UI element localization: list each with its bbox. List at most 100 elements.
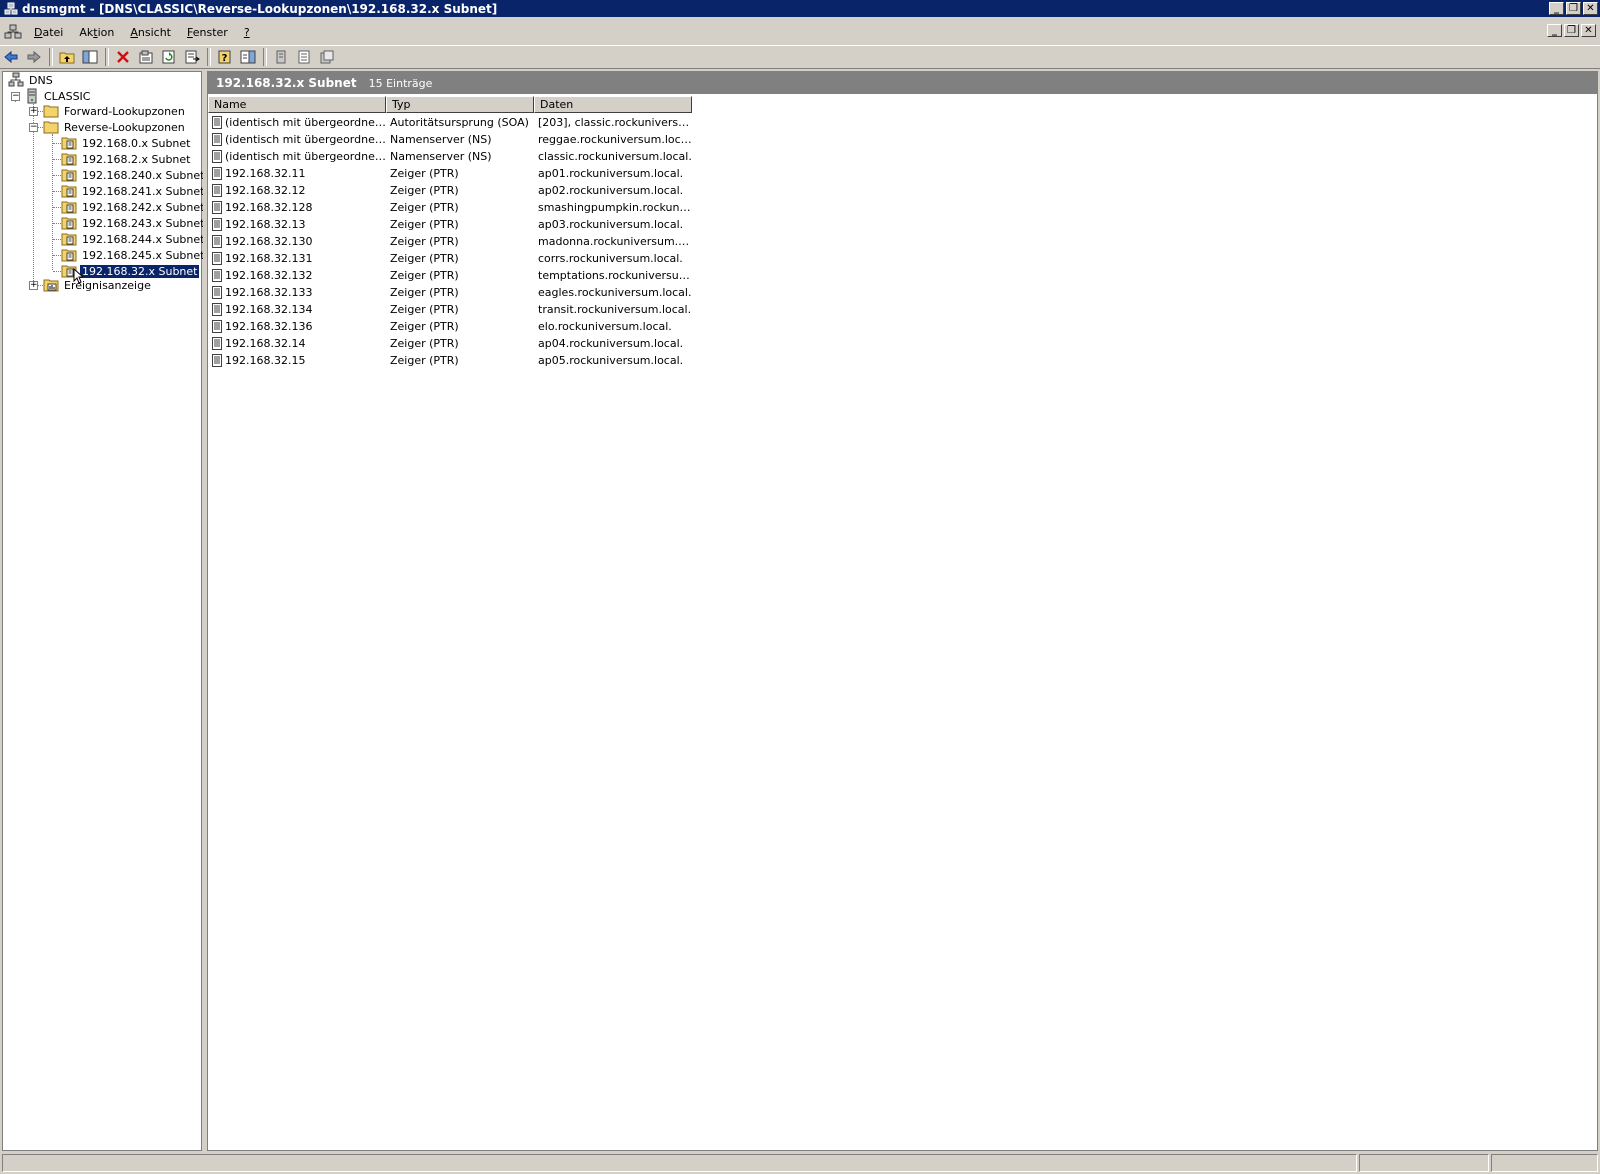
cell-name: 192.168.32.14 <box>208 337 386 350</box>
record-name: 192.168.32.12 <box>225 184 306 197</box>
forward-button[interactable] <box>23 47 45 67</box>
status-bar <box>0 1153 1600 1174</box>
show-hide-tree-button[interactable] <box>79 47 101 67</box>
tree-item-event-viewer[interactable]: Ereignisanzeige <box>43 277 153 293</box>
record-icon <box>212 133 222 146</box>
record-data: ap02.rockuniversum.local. <box>538 184 684 197</box>
mdi-close-button[interactable]: ✕ <box>1581 24 1596 37</box>
record-type: Namenserver (NS) <box>390 133 492 146</box>
table-row[interactable]: 192.168.32.12 Zeiger (PTR) ap02.rockuniver… <box>208 182 692 199</box>
record-type: Zeiger (PTR) <box>390 218 459 231</box>
tree-item-zone[interactable]: 192.168.241.x Subnet <box>61 183 206 199</box>
tree-item-zone[interactable]: 192.168.243.x Subnet <box>61 215 206 231</box>
restore-button[interactable]: ❐ <box>1566 2 1581 15</box>
tree-item-zone[interactable]: 192.168.244.x Subnet <box>61 231 206 247</box>
record-icon <box>212 116 222 129</box>
tree-item-zone[interactable]: 192.168.245.x Subnet <box>61 247 206 263</box>
mdi-minimize-button[interactable]: _ <box>1547 24 1562 37</box>
minimize-button[interactable]: _ <box>1549 2 1564 15</box>
menu-item-1[interactable]: Aktion <box>71 26 122 39</box>
column-header-type[interactable]: Typ <box>386 96 534 113</box>
tree-item-forward-lookup[interactable]: Forward-Lookupzonen <box>43 103 187 119</box>
server-icon <box>27 88 37 104</box>
tree-item-dns[interactable]: DNS <box>8 72 55 88</box>
up-button[interactable] <box>56 47 78 67</box>
dns-root-icon <box>8 72 24 87</box>
table-row[interactable]: 192.168.32.132 Zeiger (PTR) temptations.ro… <box>208 267 692 284</box>
record-name: 192.168.32.130 <box>225 235 313 248</box>
status-panel-tertiary <box>1491 1154 1598 1172</box>
table-row[interactable]: (identisch mit übergeordnete... Autorität… <box>208 114 692 131</box>
menu-label-post: atei <box>42 25 64 39</box>
record-type: Zeiger (PTR) <box>390 167 459 180</box>
tree-connector <box>53 175 61 176</box>
table-row[interactable]: 192.168.32.11 Zeiger (PTR) ap01.rockuniver… <box>208 165 692 182</box>
tree-item-zone[interactable]: 192.168.2.x Subnet <box>61 151 192 167</box>
record-icon <box>276 50 286 64</box>
help-button[interactable]: ? <box>214 47 236 67</box>
tree-label-zone: 192.168.2.x Subnet <box>82 152 191 166</box>
table-row[interactable]: 192.168.32.130 Zeiger (PTR) madonna.rockun… <box>208 233 692 250</box>
table-row[interactable]: (identisch mit übergeordnete... Namenserv… <box>208 131 692 148</box>
tree-item-classic[interactable]: CLASSIC <box>25 88 92 104</box>
export-list-button[interactable] <box>181 47 203 67</box>
new-alias-button[interactable] <box>293 47 315 67</box>
column-header-data[interactable]: Daten <box>534 96 692 113</box>
table-row[interactable]: 192.168.32.134 Zeiger (PTR) transit.rockun… <box>208 301 692 318</box>
expander-classic[interactable]: − <box>11 92 20 101</box>
delete-button[interactable] <box>112 47 134 67</box>
toolbar-separator <box>263 48 267 66</box>
back-button[interactable] <box>0 47 22 67</box>
action-pane-icon <box>240 50 256 64</box>
menu-item-0[interactable]: Datei <box>26 26 71 39</box>
tree-item-zone[interactable]: 192.168.0.x Subnet <box>61 135 192 151</box>
table-row[interactable]: 192.168.32.136 Zeiger (PTR) elo.rockuniver… <box>208 318 692 335</box>
record-name: (identisch mit übergeordnete... <box>225 116 386 129</box>
dns-app-icon <box>4 2 18 14</box>
table-row[interactable]: 192.168.32.13 Zeiger (PTR) ap03.rockuniver… <box>208 216 692 233</box>
record-name: (identisch mit übergeordnete... <box>225 133 386 146</box>
show-hide-tree-icon <box>82 50 98 64</box>
console-icon[interactable] <box>4 24 22 40</box>
menu-item-2[interactable]: Ansicht <box>122 26 179 39</box>
new-host-button[interactable] <box>270 47 292 67</box>
toolbar: ? <box>0 45 1600 69</box>
tree-item-zone[interactable]: 192.168.242.x Subnet <box>61 199 206 215</box>
expander-event-viewer[interactable]: + <box>29 281 38 290</box>
record-data: transit.rockuniversum.local. <box>538 303 692 316</box>
mdi-controls: _ ❐ ✕ <box>1547 24 1598 37</box>
record-icon <box>212 235 222 248</box>
record-data: ap01.rockuniversum.local. <box>538 167 684 180</box>
record-data: ap04.rockuniversum.local. <box>538 337 684 350</box>
tree-pane: DNS − CLASSIC + Forward-Lookupzonen − Re… <box>2 71 204 1151</box>
expander-reverse-lookup[interactable]: − <box>29 123 38 132</box>
menu-item-3[interactable]: Fenster <box>179 26 236 39</box>
delete-icon <box>117 51 129 63</box>
tree-item-reverse-lookup[interactable]: Reverse-Lookupzonen <box>43 119 187 135</box>
table-row[interactable]: 192.168.32.128 Zeiger (PTR) smashingpumpki… <box>208 199 692 216</box>
action-pane-button[interactable] <box>237 47 259 67</box>
table-row[interactable]: 192.168.32.14 Zeiger (PTR) ap04.rockuniver… <box>208 335 692 352</box>
table-row[interactable]: (identisch mit übergeordnete... Namenserv… <box>208 148 692 165</box>
column-header-name[interactable]: Name <box>208 96 386 113</box>
refresh-button[interactable] <box>158 47 180 67</box>
tree-label-zone: 192.168.244.x Subnet <box>82 232 205 246</box>
pane-splitter[interactable] <box>203 71 206 1151</box>
zone-folder-icon <box>61 153 77 166</box>
mdi-restore-button[interactable]: ❐ <box>1564 24 1579 37</box>
close-button[interactable]: ✕ <box>1583 2 1598 15</box>
record-name: 192.168.32.13 <box>225 218 306 231</box>
zone-folder-icon <box>61 185 77 198</box>
table-row[interactable]: 192.168.32.15 Zeiger (PTR) ap05.rockuniver… <box>208 352 692 369</box>
table-row[interactable]: 192.168.32.131 Zeiger (PTR) corrs.rockuniv… <box>208 250 692 267</box>
tree-item-zone[interactable]: 192.168.240.x Subnet <box>61 167 206 183</box>
menu-item-4[interactable]: ? <box>236 26 258 39</box>
expander-forward-lookup[interactable]: + <box>29 107 38 116</box>
record-type: Zeiger (PTR) <box>390 286 459 299</box>
cell-name: 192.168.32.11 <box>208 167 386 180</box>
new-mail-exchanger-button[interactable] <box>316 47 338 67</box>
properties-button[interactable] <box>135 47 157 67</box>
menu-label-accel: A <box>130 25 138 39</box>
status-panel-secondary <box>1359 1154 1489 1172</box>
table-row[interactable]: 192.168.32.133 Zeiger (PTR) eagles.rockuni… <box>208 284 692 301</box>
